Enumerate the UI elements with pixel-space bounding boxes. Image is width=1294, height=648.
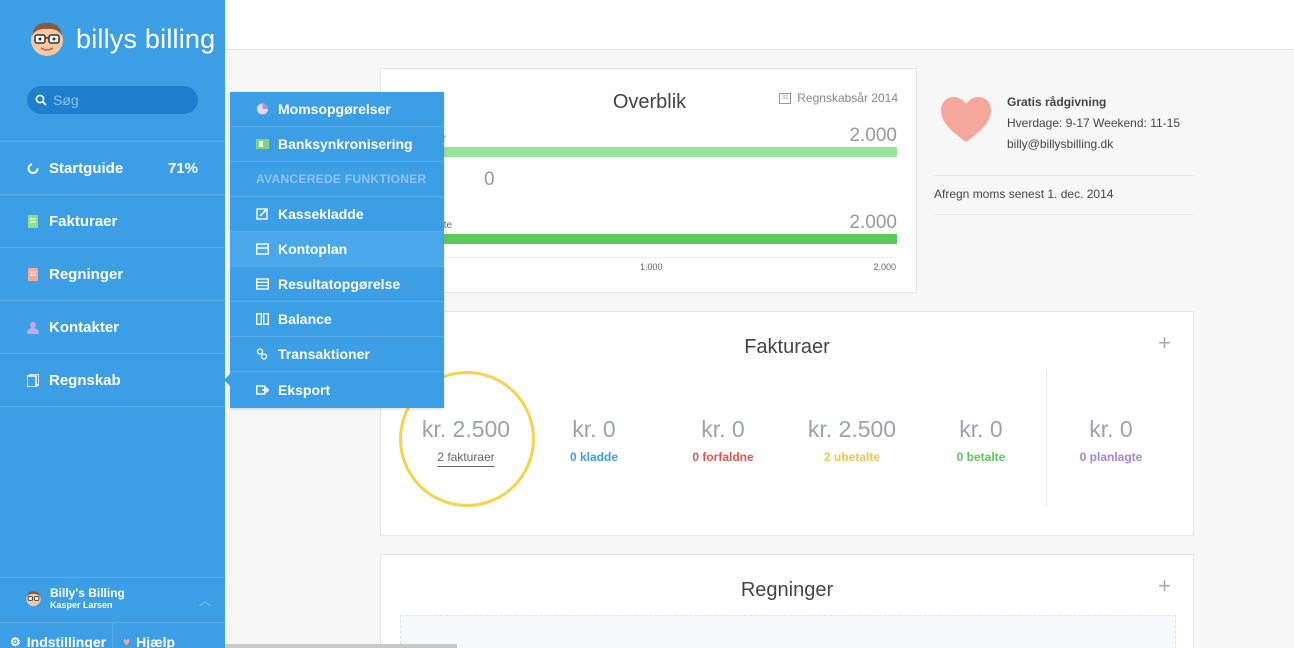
advice-title: Gratis rådgivning	[1007, 95, 1107, 109]
sidebar-item-label: Regnskab	[49, 371, 121, 389]
menu-item-kassekladde[interactable]: Kassekladde	[230, 197, 444, 232]
heart-icon: ♥	[123, 634, 131, 648]
user-name: Kasper Larsen	[50, 600, 113, 610]
advice-info: Gratis rådgivning Hverdage: 9-17 Weekend…	[1007, 92, 1180, 155]
sidebar: billys billing Startguide 71% Fakturaer …	[0, 0, 225, 648]
sidebar-item-startguide[interactable]: Startguide 71%	[0, 142, 225, 195]
menu-section-header: AVANCEREDE FUNKTIONER	[230, 162, 444, 197]
progress-icon	[27, 162, 39, 174]
sidebar-nav: Startguide 71% Fakturaer Regninger Konta…	[0, 141, 225, 407]
add-invoice-button[interactable]: +	[1158, 330, 1171, 356]
chart-of-accounts-icon	[256, 243, 269, 255]
pie-icon	[257, 103, 268, 115]
fiscal-year-selector[interactable]: 31 Regnskabsår 2014	[779, 91, 898, 105]
sidebar-item-regnskab[interactable]: Regnskab	[0, 354, 225, 407]
menu-item-kontoplan[interactable]: Kontoplan	[230, 232, 444, 267]
stat-overdue[interactable]: kr. 0 0 forfaldne	[658, 416, 788, 464]
billy-avatar-icon	[31, 22, 63, 56]
transactions-icon	[256, 348, 268, 360]
topbar	[225, 0, 1294, 50]
accounting-dropdown-menu: Momsopgørelser Banksynkronisering AVANCE…	[224, 92, 444, 408]
horizontal-scrollbar[interactable]	[225, 644, 457, 648]
bill-icon	[28, 267, 38, 281]
sidebar-item-label: Fakturaer	[49, 212, 118, 230]
overview-bar	[431, 234, 897, 244]
logo-text: billys billing	[76, 23, 216, 54]
account-panel: Billy's Billing Kasper Larsen ︿ ⚙ Indsti…	[0, 577, 225, 648]
axis-tick-label: 1.000	[640, 262, 663, 272]
overview-axis	[431, 257, 897, 258]
overview-row-value: 0	[484, 169, 495, 190]
sidebar-item-kontakter[interactable]: Kontakter	[0, 301, 225, 354]
chevron-up-icon[interactable]: ︿	[199, 592, 211, 609]
gear-icon: ⚙	[10, 634, 21, 648]
overview-card: Overblik 31 Regnskabsår 2014 rter 2.000 …	[380, 68, 917, 293]
menu-item-eksport[interactable]: Eksport	[230, 372, 444, 407]
add-bill-button[interactable]: +	[1158, 573, 1171, 599]
user-avatar-icon	[26, 591, 41, 607]
sidebar-item-fakturaer[interactable]: Fakturaer	[0, 195, 225, 248]
stat-paid[interactable]: kr. 0 0 betalte	[916, 416, 1046, 464]
accounting-icon	[27, 373, 39, 387]
sidebar-item-label: Startguide	[49, 159, 124, 177]
progress-badge: 71%	[167, 159, 198, 177]
edit-icon	[256, 208, 268, 220]
org-switcher[interactable]: Billy's Billing Kasper Larsen	[25, 587, 125, 610]
export-icon	[256, 384, 269, 395]
opening-hours: Hverdage: 9-17 Weekend: 11-15	[1007, 116, 1180, 130]
divider	[934, 214, 1194, 215]
axis-tick-label: 2.000	[873, 262, 896, 272]
overview-row-value: 2.000	[849, 212, 897, 233]
search-input[interactable]	[53, 92, 183, 108]
menu-item-balance[interactable]: Balance	[230, 302, 444, 337]
menu-item-banksynkronisering[interactable]: Banksynkronisering	[230, 127, 444, 162]
overview-row-value: 2.000	[849, 125, 897, 146]
vat-deadline-notice: Afregn moms senest 1. dec. 2014	[934, 187, 1114, 201]
stat-total[interactable]: kr. 2.500 2 fakturaer	[401, 416, 531, 464]
menu-item-transaktioner[interactable]: Transaktioner	[230, 337, 444, 372]
search-box[interactable]	[27, 86, 198, 114]
search-icon	[35, 94, 47, 106]
calendar-icon: 31	[779, 92, 792, 104]
overview-bar	[431, 147, 897, 157]
invoices-title: Fakturaer	[744, 336, 830, 358]
balance-icon	[256, 313, 269, 325]
menu-item-momsopgorelser[interactable]: Momsopgørelser	[230, 92, 444, 127]
bills-title: Regninger	[740, 579, 834, 601]
bills-placeholder	[400, 615, 1176, 648]
invoice-icon	[28, 214, 38, 228]
sidebar-item-regninger[interactable]: Regninger	[0, 248, 225, 301]
stat-unpaid[interactable]: kr. 2.500 2 ubetalte	[787, 416, 917, 464]
sidebar-item-label: Regninger	[49, 265, 124, 283]
dropdown-arrow	[224, 374, 230, 386]
heart-icon	[941, 97, 991, 142]
logo[interactable]: billys billing	[28, 20, 215, 58]
stat-drafts[interactable]: kr. 0 0 kladde	[529, 416, 659, 464]
divider	[934, 175, 1194, 176]
bank-icon	[256, 139, 269, 149]
help-link[interactable]: ♥ Hjælp	[113, 623, 175, 648]
support-email[interactable]: billy@billysbilling.dk	[1007, 134, 1180, 155]
report-icon	[256, 278, 269, 290]
stat-scheduled[interactable]: kr. 0 0 planlagte	[1046, 416, 1176, 464]
invoices-card: Fakturaer + kr. 2.500 2 fakturaer kr. 0 …	[380, 311, 1194, 536]
menu-item-resultatopgorelse[interactable]: Resultatopgørelse	[230, 267, 444, 302]
bills-card: Regninger +	[380, 554, 1194, 648]
org-name: Billy's Billing	[50, 586, 125, 600]
sidebar-item-label: Kontakter	[49, 318, 120, 336]
contact-icon	[27, 321, 39, 334]
settings-link[interactable]: ⚙ Indstillinger	[0, 623, 113, 648]
